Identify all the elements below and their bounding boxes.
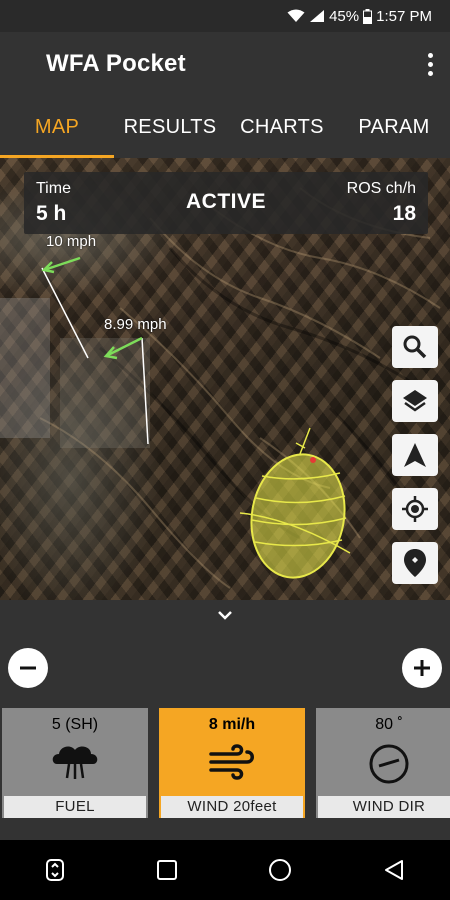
wind-direction-label: WIND DIR — [318, 796, 450, 818]
search-button[interactable] — [392, 326, 438, 368]
app-bar: WFA Pocket — [0, 32, 450, 96]
overflow-menu-icon[interactable] — [420, 48, 440, 80]
recents-icon[interactable] — [156, 859, 178, 881]
tab-map[interactable]: MAP — [0, 96, 114, 158]
wind-speed-label: 8.99 mph — [104, 316, 167, 333]
system-nav-bar — [0, 840, 450, 900]
fuel-cloud-icon — [52, 746, 98, 779]
wifi-icon — [287, 9, 305, 22]
chevron-down-icon — [218, 611, 232, 620]
navigation-button[interactable] — [392, 434, 438, 476]
minus-icon — [20, 666, 36, 670]
status-bar: 45% 1:57 PM — [0, 0, 450, 32]
wind-speed-label: 10 mph — [46, 233, 97, 250]
wind-direction-card[interactable]: 80 ˚ WIND DIR — [316, 708, 450, 818]
clock: 1:57 PM — [376, 7, 432, 25]
navigation-icon — [404, 443, 426, 467]
place-marker-icon — [404, 549, 426, 577]
battery-icon — [363, 8, 373, 24]
tab-results[interactable]: RESULTS — [114, 96, 226, 158]
layers-icon — [403, 390, 427, 412]
plus-icon — [414, 660, 430, 676]
search-icon — [403, 335, 427, 359]
increase-button[interactable] — [402, 648, 442, 688]
fuel-label: FUEL — [4, 796, 146, 818]
tab-bar: MAP RESULTS CHARTS PARAM — [0, 96, 450, 158]
back-icon[interactable] — [383, 859, 405, 881]
place-marker-button[interactable] — [392, 542, 438, 584]
layers-button[interactable] — [392, 380, 438, 422]
wind-speed-value: 8 mi/h — [208, 716, 256, 733]
simulation-info-panel: Time 5 h ACTIVE ROS ch/h 18 — [24, 172, 428, 234]
signal-icon — [310, 10, 325, 22]
tab-charts[interactable]: CHARTS — [226, 96, 338, 158]
input-controls: 5 (SH) FUEL 8 mi/h WIND 20feet 80 ˚ WIND… — [0, 630, 450, 840]
expand-icon[interactable] — [45, 859, 65, 881]
wind-direction-value: 80 ˚ — [375, 716, 403, 733]
fuel-value: 5 (SH) — [51, 716, 99, 733]
wind-speed-label: WIND 20feet — [161, 796, 303, 818]
fire-perimeter[interactable] — [239, 427, 354, 585]
ros-value: 18 — [392, 202, 416, 225]
tab-param[interactable]: PARAM — [338, 96, 450, 158]
collapse-map-button[interactable] — [0, 600, 450, 630]
my-location-button[interactable] — [392, 488, 438, 530]
fuel-card[interactable]: 5 (SH) FUEL — [2, 708, 148, 818]
wind-icon — [209, 744, 254, 780]
battery-percent: 45% — [329, 7, 360, 25]
satellite-map[interactable]: Time 5 h ACTIVE ROS ch/h 18 10 mph 8.99 … — [0, 158, 450, 600]
wind-speed-card[interactable]: 8 mi/h WIND 20feet — [159, 708, 305, 818]
app-title: WFA Pocket — [46, 50, 186, 77]
ros-label: ROS ch/h — [346, 180, 416, 197]
compass-icon — [369, 744, 409, 784]
my-location-icon — [402, 496, 428, 522]
decrease-button[interactable] — [8, 648, 48, 688]
home-icon[interactable] — [268, 858, 292, 882]
